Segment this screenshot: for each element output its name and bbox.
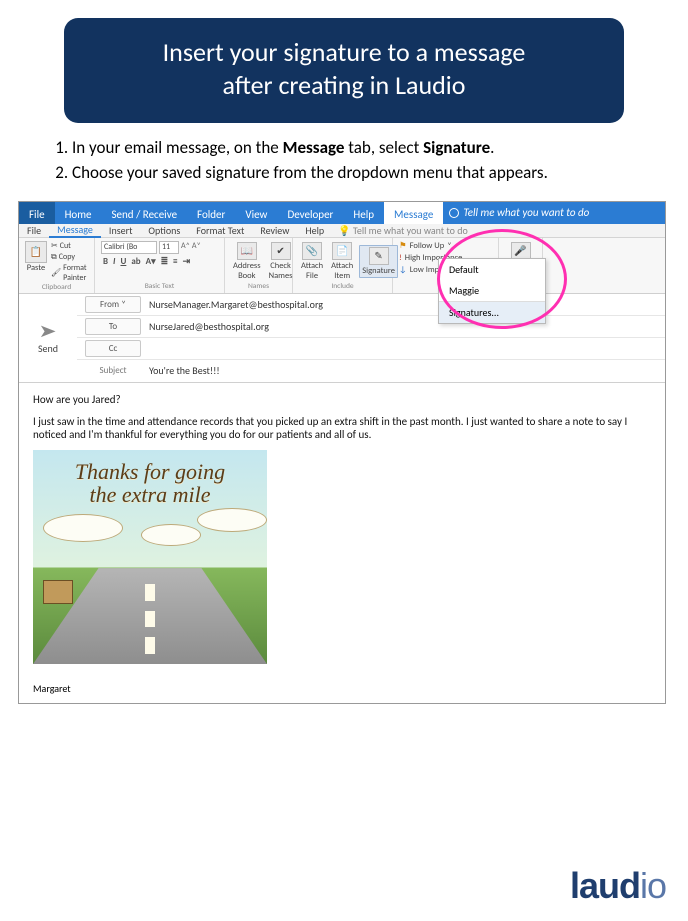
laudio-logo: laudio — [570, 865, 666, 907]
subtab-insert[interactable]: Insert — [101, 224, 141, 237]
attach-file-button[interactable]: 📎 Attach File — [299, 241, 325, 282]
basic-text-group-label: Basic Text — [101, 282, 218, 291]
tab-send-receive[interactable]: Send / Receive — [102, 202, 188, 224]
body-paragraph: I just saw in the time and attendance re… — [33, 415, 651, 443]
message-header: ➤ Send From˅ NurseManager.Margaret@besth… — [19, 294, 665, 383]
title-banner: Insert your signature to a message after… — [64, 18, 624, 123]
cloud-icon — [43, 514, 123, 542]
to-value[interactable]: NurseJared@besthospital.org — [149, 320, 665, 333]
tab-help[interactable]: Help — [343, 202, 384, 224]
check-names-icon: ✔ — [271, 242, 291, 260]
pen-icon: ✎ — [369, 247, 389, 265]
tab-message-active[interactable]: Message — [384, 202, 443, 224]
indent-icon[interactable]: ⇥ — [181, 256, 193, 267]
highlight-icon[interactable]: ab — [129, 256, 142, 267]
chevron-down-icon: ˅ — [447, 241, 452, 252]
app-ribbon: File Home Send / Receive Folder View Dev… — [19, 202, 665, 224]
bullets-icon[interactable]: ≣ — [159, 256, 171, 267]
to-button[interactable]: To — [85, 318, 141, 335]
subtab-file[interactable]: File — [19, 224, 49, 237]
subtab-help[interactable]: Help — [297, 224, 332, 237]
cut-button[interactable]: ✂Cut — [51, 241, 88, 251]
tab-home[interactable]: Home — [55, 202, 102, 224]
flag-icon: ⚑ — [399, 241, 407, 252]
font-color-icon[interactable]: A▾ — [144, 256, 158, 267]
attach-item-icon: 📄 — [332, 242, 352, 260]
title-line-2: after creating in Laudio — [223, 69, 466, 101]
signature-name: Margaret — [33, 682, 651, 695]
shrink-font-icon[interactable]: A˅ — [192, 241, 201, 254]
include-group-label: Include — [299, 282, 386, 291]
box-icon — [43, 580, 73, 604]
brush-icon: 🖌 — [51, 268, 61, 278]
group-include: 📎 Attach File 📄 Attach Item ✎ Signature … — [293, 238, 393, 293]
arrow-down-icon: ↓ — [399, 265, 407, 276]
follow-up-button[interactable]: ⚑Follow Up˅ — [399, 241, 492, 252]
tab-developer[interactable]: Developer — [277, 202, 343, 224]
tab-folder[interactable]: Folder — [187, 202, 235, 224]
steps-block: In your email message, on the Message ta… — [50, 137, 654, 185]
subtab-review[interactable]: Review — [252, 224, 297, 237]
subject-label: Subject — [85, 363, 141, 378]
signature-dropdown: Default Maggie Signatures... — [438, 258, 546, 324]
numbering-icon[interactable]: ≡ — [171, 256, 179, 267]
subtab-format-text[interactable]: Format Text — [188, 224, 252, 237]
subtab-message[interactable]: Message — [49, 223, 101, 238]
title-line-1: Insert your signature to a message — [163, 36, 526, 68]
subject-value[interactable]: You're the Best!!! — [149, 364, 665, 377]
copy-button[interactable]: ⧉Copy — [51, 252, 88, 262]
subtab-options[interactable]: Options — [140, 224, 188, 237]
paste-icon: 📋 — [25, 241, 47, 263]
card-line-2: the extra mile — [90, 482, 211, 507]
lightbulb-icon — [449, 208, 459, 218]
sig-option-default[interactable]: Default — [439, 259, 545, 280]
sig-option-signatures[interactable]: Signatures... — [439, 301, 545, 323]
group-basic-text: Calibri (Bo 11 A˄ A˅ B I U ab A▾ ≣ ≡ ⇥ B… — [95, 238, 225, 293]
outlook-screenshot: File Home Send / Receive Folder View Dev… — [18, 201, 666, 704]
chevron-down-icon: ˅ — [121, 299, 126, 310]
from-value: NurseManager.Margaret@besthospital.org — [149, 298, 665, 311]
italic-button[interactable]: I — [111, 256, 117, 267]
compose-toolbar: 📋 Paste ✂Cut ⧉Copy 🖌Format Painter Clipb… — [19, 238, 665, 294]
font-name-select[interactable]: Calibri (Bo — [101, 241, 157, 254]
clipboard-group-label: Clipboard — [25, 283, 88, 292]
names-group-label: Names — [231, 282, 286, 291]
bold-button[interactable]: B — [101, 256, 110, 267]
tab-view[interactable]: View — [235, 202, 277, 224]
format-painter-button[interactable]: 🖌Format Painter — [51, 263, 88, 283]
send-button[interactable]: ➤ Send — [19, 294, 77, 382]
message-body[interactable]: How are you Jared? I just saw in the tim… — [19, 383, 665, 703]
address-book-icon: 📖 — [237, 242, 257, 260]
font-size-select[interactable]: 11 — [159, 241, 179, 254]
attach-item-button[interactable]: 📄 Attach Item — [329, 241, 355, 282]
exclamation-icon: ! — [399, 253, 402, 264]
cloud-icon — [141, 524, 201, 546]
card-line-1: Thanks for going — [75, 459, 225, 484]
step-1: In your email message, on the Message ta… — [72, 137, 654, 160]
address-book-button[interactable]: 📖 Address Book — [231, 241, 263, 282]
tab-file[interactable]: File — [19, 202, 55, 224]
cc-button[interactable]: Cc — [85, 340, 141, 357]
paste-button[interactable]: 📋 Paste — [25, 241, 47, 283]
underline-button[interactable]: U — [118, 256, 128, 267]
tell-me-search[interactable]: Tell me what you want to do — [443, 202, 665, 224]
compose-ribbon-tabs: File Message Insert Options Format Text … — [19, 224, 665, 238]
step-2: Choose your saved signature from the dro… — [72, 162, 654, 185]
from-button[interactable]: From˅ — [85, 296, 141, 313]
send-icon: ➤ — [39, 320, 57, 342]
sig-option-maggie[interactable]: Maggie — [439, 280, 545, 301]
group-clipboard: 📋 Paste ✂Cut ⧉Copy 🖌Format Painter Clipb… — [19, 238, 95, 293]
body-greeting: How are you Jared? — [33, 393, 651, 407]
copy-icon: ⧉ — [51, 252, 57, 262]
grow-font-icon[interactable]: A˄ — [181, 241, 190, 254]
cloud-icon — [197, 508, 267, 532]
paperclip-icon: 📎 — [302, 242, 322, 260]
scissors-icon: ✂ — [51, 241, 58, 251]
subtab-tellme[interactable]: 💡 Tell me what you want to do — [332, 224, 665, 237]
check-names-button[interactable]: ✔ Check Names — [267, 241, 295, 282]
thank-you-card: Thanks for going the extra mile — [33, 450, 267, 664]
group-names: 📖 Address Book ✔ Check Names Names — [225, 238, 293, 293]
